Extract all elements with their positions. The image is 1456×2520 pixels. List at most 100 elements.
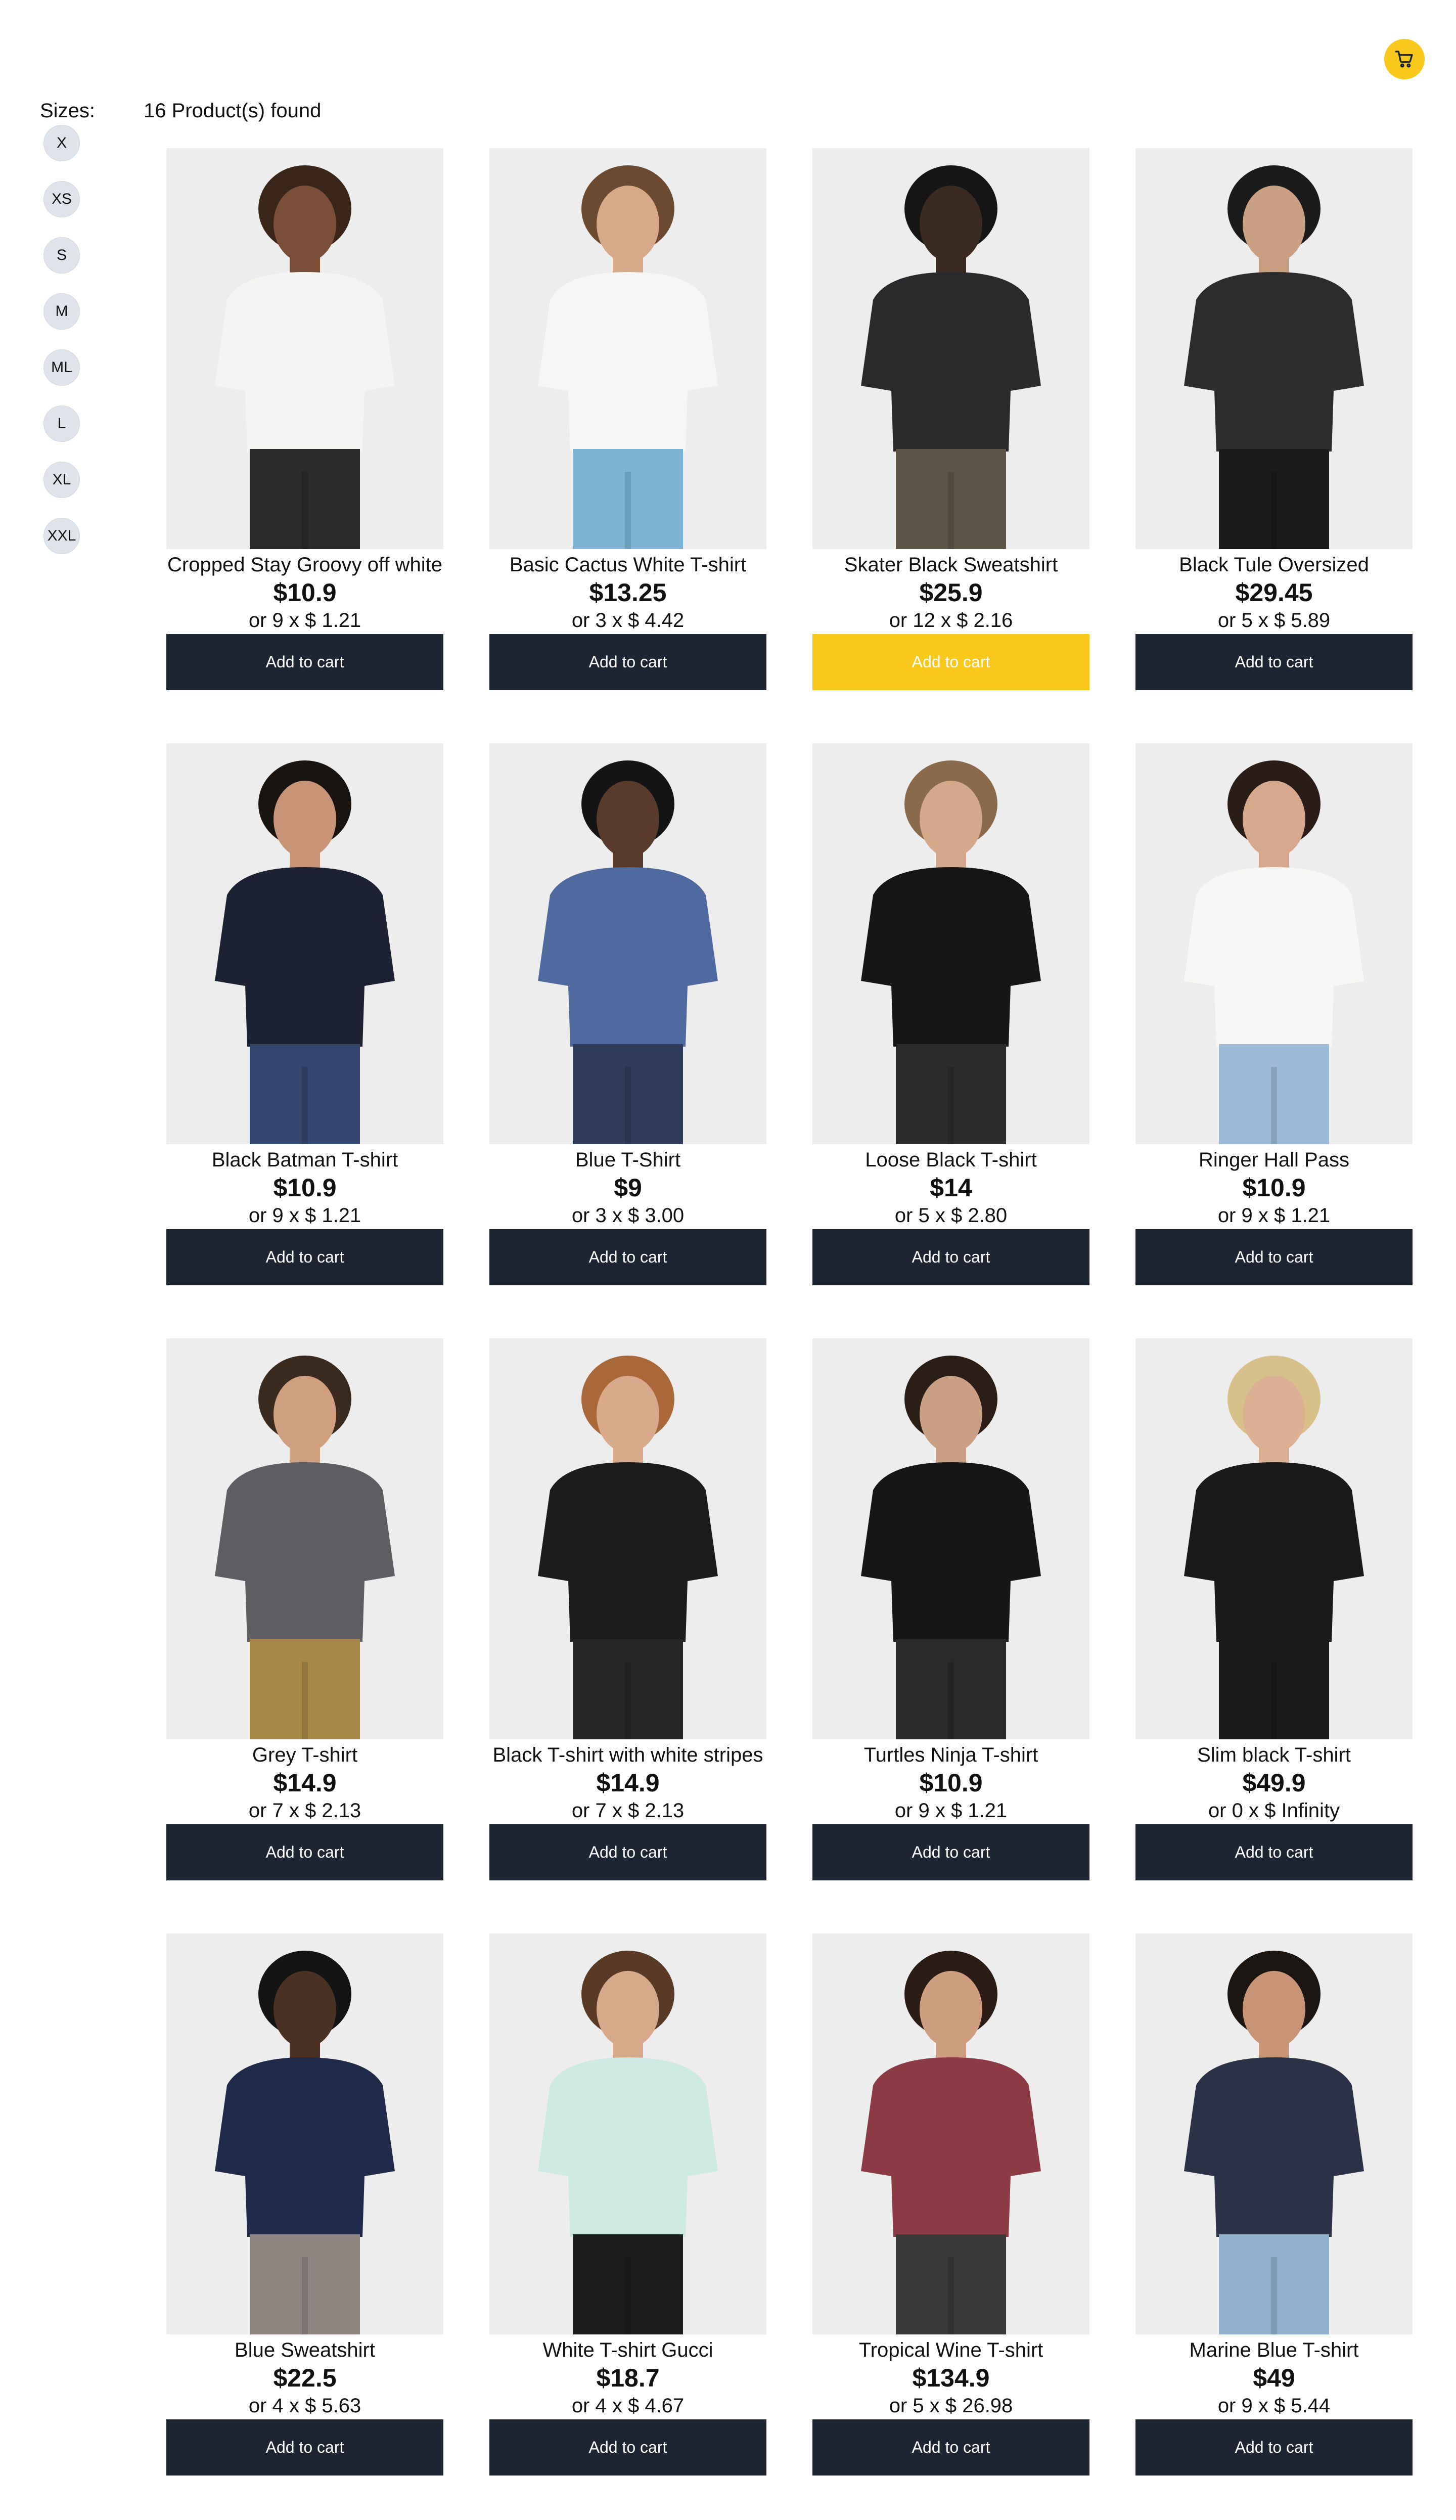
product-installment: or 9 x $ 1.21 <box>248 609 361 632</box>
size-filter-l[interactable]: L <box>43 406 80 442</box>
add-to-cart-button[interactable]: Add to cart <box>812 1824 1089 1880</box>
size-filter-x[interactable]: X <box>43 125 80 161</box>
add-to-cart-button[interactable]: Add to cart <box>1135 634 1413 690</box>
product-image[interactable] <box>166 1933 443 2334</box>
product-title: Cropped Stay Groovy off white <box>167 554 442 576</box>
add-to-cart-button[interactable]: Add to cart <box>489 2419 766 2476</box>
product-price: $13.25 <box>589 578 667 607</box>
product-price: $10.9 <box>273 578 337 607</box>
size-filter-xxl[interactable]: XXL <box>43 518 80 554</box>
product-card[interactable]: Cropped Stay Groovy off white $10.9 or 9 x… <box>166 148 443 697</box>
product-installment: or 7 x $ 2.13 <box>248 1799 361 1822</box>
product-title: Blue Sweatshirt <box>235 2339 375 2361</box>
product-installment: or 4 x $ 4.67 <box>571 2395 685 2417</box>
sizes-label: Sizes: <box>40 100 95 122</box>
product-price: $134.9 <box>912 2364 990 2392</box>
product-title: Basic Cactus White T-shirt <box>509 554 747 576</box>
add-to-cart-button[interactable]: Add to cart <box>1135 1229 1413 1285</box>
product-title: Black Tule Oversized <box>1179 554 1369 576</box>
add-to-cart-button[interactable]: Add to cart <box>812 1229 1089 1285</box>
product-image[interactable] <box>489 1933 766 2334</box>
product-title: Skater Black Sweatshirt <box>844 554 1058 576</box>
product-image[interactable] <box>1135 1338 1413 1739</box>
product-installment: or 12 x $ 2.16 <box>889 609 1013 632</box>
product-image[interactable] <box>166 148 443 549</box>
product-image[interactable] <box>812 1933 1089 2334</box>
add-to-cart-button[interactable]: Add to cart <box>166 1229 443 1285</box>
add-to-cart-button[interactable]: Add to cart <box>166 1824 443 1880</box>
size-filter-xs[interactable]: XS <box>43 181 80 217</box>
product-image[interactable] <box>1135 148 1413 549</box>
product-card[interactable]: Black T-shirt with white stripes $14.9 or … <box>489 1338 766 1887</box>
product-title: Ringer Hall Pass <box>1199 1149 1349 1171</box>
product-image[interactable] <box>489 743 766 1144</box>
product-card[interactable]: White T-shirt Gucci $18.7 or 4 x $ 4.67 Add… <box>489 1933 766 2482</box>
product-image[interactable] <box>1135 743 1413 1144</box>
product-title: Loose Black T-shirt <box>865 1149 1037 1171</box>
size-filter-xl[interactable]: XL <box>43 462 80 498</box>
product-installment: or 9 x $ 5.44 <box>1217 2395 1331 2417</box>
product-price: $10.9 <box>273 1174 337 1202</box>
size-filter-ml[interactable]: ML <box>43 349 80 386</box>
product-image[interactable] <box>166 743 443 1144</box>
product-card[interactable]: Marine Blue T-shirt $49 or 9 x $ 5.44 Add t… <box>1135 1933 1413 2482</box>
product-card[interactable]: Basic Cactus White T-shirt $13.25 or 3 x $… <box>489 148 766 697</box>
product-card[interactable]: Grey T-shirt $14.9 or 7 x $ 2.13 Add to car… <box>166 1338 443 1887</box>
product-card[interactable]: Skater Black Sweatshirt $25.9 or 12 x $ 2.… <box>812 148 1089 697</box>
product-price: $49 <box>1253 2364 1295 2392</box>
size-filter-list: X XS S M ML L XL XXL <box>43 125 80 574</box>
add-to-cart-button[interactable]: Add to cart <box>489 634 766 690</box>
product-installment: or 3 x $ 4.42 <box>571 609 685 632</box>
product-card[interactable]: Blue Sweatshirt $22.5 or 4 x $ 5.63 Add to … <box>166 1933 443 2482</box>
product-title: Turtles Ninja T-shirt <box>863 1744 1038 1766</box>
product-installment: or 9 x $ 1.21 <box>1217 1204 1331 1227</box>
product-title: Slim black T-shirt <box>1197 1744 1351 1766</box>
product-price: $29.45 <box>1235 578 1313 607</box>
product-price: $14.9 <box>273 1769 337 1797</box>
add-to-cart-button[interactable]: Add to cart <box>812 2419 1089 2476</box>
product-image[interactable] <box>489 1338 766 1739</box>
product-card[interactable]: Tropical Wine T-shirt $134.9 or 5 x $ 26.9… <box>812 1933 1089 2482</box>
size-filter-m[interactable]: M <box>43 293 80 330</box>
add-to-cart-button[interactable]: Add to cart <box>166 634 443 690</box>
product-image[interactable] <box>166 1338 443 1739</box>
products-found-count: 16 Product(s) found <box>144 100 322 122</box>
add-to-cart-button[interactable]: Add to cart <box>166 2419 443 2476</box>
product-price: $18.7 <box>596 2364 660 2392</box>
product-image[interactable] <box>1135 1933 1413 2334</box>
product-image[interactable] <box>812 1338 1089 1739</box>
product-price: $14 <box>930 1174 972 1202</box>
product-card[interactable]: Blue T-Shirt $9 or 3 x $ 3.00 Add to cart <box>489 743 766 1292</box>
product-card[interactable]: Turtles Ninja T-shirt $10.9 or 9 x $ 1.21 A… <box>812 1338 1089 1887</box>
product-price: $9 <box>614 1174 642 1202</box>
product-card[interactable]: Black Batman T-shirt $10.9 or 9 x $ 1.21 Ad… <box>166 743 443 1292</box>
product-title: Grey T-shirt <box>252 1744 358 1766</box>
product-card[interactable]: Slim black T-shirt $49.9 or 0 x $ Infinity… <box>1135 1338 1413 1887</box>
product-price: $10.9 <box>919 1769 983 1797</box>
add-to-cart-button[interactable]: Add to cart <box>812 634 1089 690</box>
cart-button[interactable] <box>1384 39 1425 79</box>
product-price: $49.9 <box>1242 1769 1306 1797</box>
add-to-cart-button[interactable]: Add to cart <box>1135 1824 1413 1880</box>
product-title: Marine Blue T-shirt <box>1189 2339 1359 2361</box>
product-card[interactable]: Ringer Hall Pass $10.9 or 9 x $ 1.21 Add to… <box>1135 743 1413 1292</box>
add-to-cart-button[interactable]: Add to cart <box>1135 2419 1413 2476</box>
product-installment: or 5 x $ 2.80 <box>894 1204 1008 1227</box>
product-installment: or 4 x $ 5.63 <box>248 2395 361 2417</box>
product-installment: or 9 x $ 1.21 <box>248 1204 361 1227</box>
product-installment: or 9 x $ 1.21 <box>894 1799 1008 1822</box>
size-filter-s[interactable]: S <box>43 237 80 274</box>
product-image[interactable] <box>489 148 766 549</box>
product-image[interactable] <box>812 148 1089 549</box>
product-card[interactable]: Black Tule Oversized $29.45 or 5 x $ 5.89 A… <box>1135 148 1413 697</box>
product-card[interactable]: Loose Black T-shirt $14 or 5 x $ 2.80 Add t… <box>812 743 1089 1292</box>
product-title: Black T-shirt with white stripes <box>492 1744 763 1766</box>
product-title: Tropical Wine T-shirt <box>858 2339 1043 2361</box>
product-installment: or 3 x $ 3.00 <box>571 1204 685 1227</box>
add-to-cart-button[interactable]: Add to cart <box>489 1824 766 1880</box>
product-installment: or 5 x $ 5.89 <box>1217 609 1331 632</box>
product-price: $22.5 <box>273 2364 337 2392</box>
add-to-cart-button[interactable]: Add to cart <box>489 1229 766 1285</box>
product-installment: or 5 x $ 26.98 <box>889 2395 1013 2417</box>
product-image[interactable] <box>812 743 1089 1144</box>
